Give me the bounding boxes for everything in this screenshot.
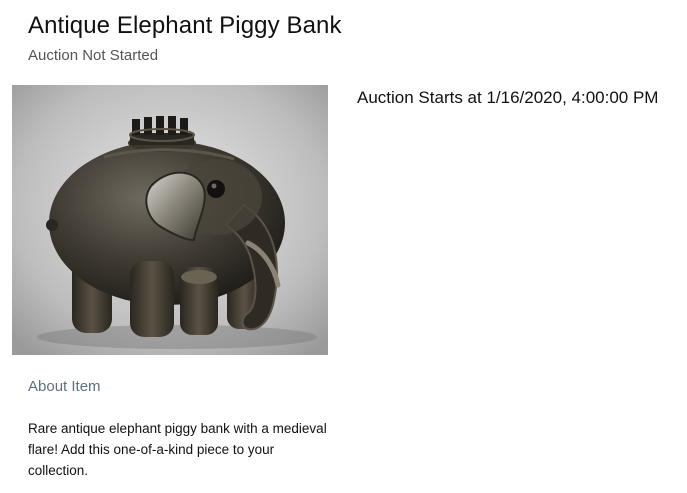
item-description: Rare antique elephant piggy bank with a … — [28, 421, 327, 478]
about-item-heading: About Item — [28, 378, 101, 395]
auction-status: Auction Not Started — [28, 47, 159, 64]
auction-item-page: Antique Elephant Piggy Bank Auction Not … — [0, 0, 687, 493]
item-title: Antique Elephant Piggy Bank — [28, 12, 342, 39]
item-image — [12, 85, 328, 355]
elephant-piggy-bank-illustration — [12, 85, 328, 355]
auction-start-time: Auction Starts at 1/16/2020, 4:00:00 PM — [357, 88, 659, 107]
